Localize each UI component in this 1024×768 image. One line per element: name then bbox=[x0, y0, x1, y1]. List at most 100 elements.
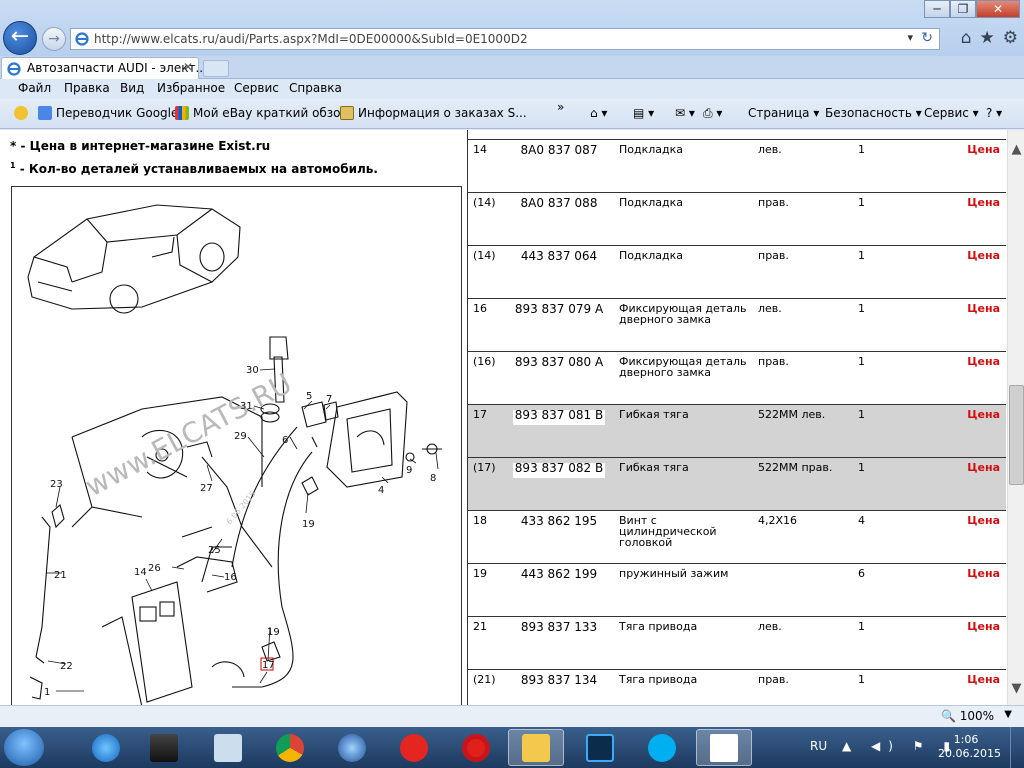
scroll-thumb[interactable] bbox=[1009, 385, 1024, 485]
fav-orders[interactable]: Информация о заказах S... bbox=[340, 106, 527, 120]
menu-edit[interactable]: Правка bbox=[64, 81, 110, 95]
table-row[interactable]: (16) 893 837 080 A Фиксирующая деталь двер… bbox=[468, 352, 1006, 405]
part-price-link[interactable]: Цена bbox=[967, 515, 1000, 526]
callout-8[interactable]: 8 bbox=[430, 473, 436, 484]
vertical-scrollbar[interactable]: ▲ ▼ bbox=[1007, 130, 1024, 705]
address-bar[interactable]: http://www.elcats.ru/audi/Parts.aspx?MdI… bbox=[70, 28, 940, 50]
table-row[interactable]: (14) 443 837 064 Подкладка прав. 1 Цена bbox=[468, 246, 1006, 299]
home-cmd-icon[interactable]: ⌂ ▾ bbox=[590, 106, 607, 120]
address-dropdown-icon[interactable]: ▾ bbox=[907, 31, 913, 44]
zoom-dropdown-icon[interactable]: ▼ bbox=[1004, 709, 1012, 720]
start-button[interactable] bbox=[4, 729, 44, 766]
feeds-icon[interactable]: ▤ ▾ bbox=[633, 106, 654, 120]
callout-1[interactable]: 1 bbox=[44, 687, 50, 698]
favorites-more-icon[interactable]: » bbox=[557, 100, 564, 114]
tray-clock[interactable]: 1:06 20.06.2015 bbox=[938, 733, 1001, 761]
callout-21[interactable]: 21 bbox=[54, 570, 67, 581]
menu-view[interactable]: Вид bbox=[120, 81, 144, 95]
table-row[interactable]: 18 433 862 195 Винт с цилиндрической голов… bbox=[468, 511, 1006, 564]
part-price-link[interactable]: Цена bbox=[967, 568, 1000, 579]
tab-close-icon[interactable]: ✕ bbox=[183, 60, 193, 74]
back-button[interactable]: ← bbox=[3, 21, 37, 55]
mail-icon[interactable]: ✉ ▾ bbox=[675, 106, 695, 120]
part-catalog-number[interactable]: 443 862 199 bbox=[513, 568, 605, 584]
taskbar-active-window[interactable] bbox=[696, 729, 752, 766]
menu-tools[interactable]: Сервис bbox=[234, 81, 279, 95]
part-catalog-number[interactable]: 8A0 837 087 bbox=[513, 144, 605, 160]
forward-button[interactable]: → bbox=[42, 27, 66, 51]
part-price-link[interactable]: Цена bbox=[967, 144, 1000, 155]
part-catalog-number[interactable]: 893 837 080 A bbox=[513, 356, 605, 372]
part-price-link[interactable]: Цена bbox=[967, 303, 1000, 314]
part-price-link[interactable]: Цена bbox=[967, 621, 1000, 632]
table-row[interactable]: (14) 8A0 837 088 Подкладка прав. 1 Цена bbox=[468, 193, 1006, 246]
address-url[interactable]: http://www.elcats.ru/audi/Parts.aspx?MdI… bbox=[94, 32, 528, 46]
taskbar-opera[interactable] bbox=[448, 729, 504, 766]
part-catalog-number[interactable]: 8A0 837 088 bbox=[513, 197, 605, 213]
new-tab-button[interactable] bbox=[203, 60, 229, 77]
zoom-level[interactable]: 🔍 100% bbox=[941, 709, 994, 723]
part-catalog-number[interactable]: 893 837 079 A bbox=[513, 303, 605, 319]
table-row[interactable]: (21) 893 837 134 Тяга привода прав. 1 Цена bbox=[468, 670, 1006, 705]
menu-help[interactable]: Справка bbox=[289, 81, 342, 95]
callout-30[interactable]: 30 bbox=[246, 365, 259, 376]
callout-31[interactable]: 31 bbox=[240, 401, 253, 412]
scroll-down-icon[interactable]: ▼ bbox=[1009, 681, 1024, 697]
favorites-star-icon[interactable]: ★ bbox=[980, 28, 995, 48]
tools-gear-icon[interactable]: ⚙ bbox=[1003, 28, 1018, 48]
callout-5[interactable]: 5 bbox=[306, 391, 312, 402]
scroll-up-icon[interactable]: ▲ bbox=[1009, 142, 1024, 158]
fav-google-translate[interactable]: Переводчик Google bbox=[38, 106, 178, 120]
tab-active[interactable]: Автозапчасти AUDI - элект... ✕ bbox=[1, 57, 207, 79]
restore-button[interactable]: ❐ bbox=[950, 0, 976, 18]
safety-menu[interactable]: Безопасность ▾ bbox=[825, 106, 922, 120]
callout-27[interactable]: 27 bbox=[200, 483, 213, 494]
callout-7[interactable]: 7 bbox=[326, 394, 332, 405]
part-price-link[interactable]: Цена bbox=[967, 197, 1000, 208]
taskbar-photoshop[interactable] bbox=[572, 729, 628, 766]
callout-9[interactable]: 9 bbox=[406, 465, 412, 476]
callout-14[interactable]: 14 bbox=[134, 567, 147, 578]
table-row[interactable]: (17) 893 837 082 B Гибкая тяга 522MM прав. 1… bbox=[468, 458, 1006, 511]
callout-29[interactable]: 29 bbox=[234, 431, 247, 442]
help-icon[interactable]: ? ▾ bbox=[986, 106, 1002, 120]
taskbar-calculator[interactable] bbox=[200, 729, 256, 766]
taskbar-yandex[interactable] bbox=[386, 729, 442, 766]
taskbar-ie[interactable] bbox=[78, 729, 134, 766]
callout-6[interactable]: 6 bbox=[282, 435, 288, 446]
menu-favorites[interactable]: Избранное bbox=[157, 81, 225, 95]
part-catalog-number[interactable]: 893 837 081 B bbox=[513, 409, 605, 425]
page-menu[interactable]: Страница ▾ bbox=[748, 106, 819, 120]
callout-25[interactable]: 25 bbox=[208, 545, 221, 556]
table-row[interactable]: 16 893 837 079 A Фиксирующая деталь дверно… bbox=[468, 299, 1006, 352]
callout-17[interactable]: 17 bbox=[262, 660, 275, 671]
callout-23[interactable]: 23 bbox=[50, 479, 63, 490]
favorites-add-icon[interactable] bbox=[14, 106, 28, 120]
part-price-link[interactable]: Цена bbox=[967, 462, 1000, 473]
part-price-link[interactable]: Цена bbox=[967, 250, 1000, 261]
callout-4[interactable]: 4 bbox=[378, 485, 384, 496]
callout-19b[interactable]: 19 bbox=[267, 627, 280, 638]
taskbar-app[interactable] bbox=[136, 729, 192, 766]
service-menu[interactable]: Сервис ▾ bbox=[924, 106, 979, 120]
table-row[interactable]: 19 443 862 199 пружинный зажим 6 Цена bbox=[468, 564, 1006, 617]
print-icon[interactable]: ⎙ ▾ bbox=[703, 106, 722, 121]
part-catalog-number[interactable]: 433 862 195 bbox=[513, 515, 605, 531]
minimize-button[interactable]: ─ bbox=[924, 0, 950, 18]
part-catalog-number[interactable]: 893 837 082 B bbox=[513, 462, 605, 478]
part-price-link[interactable]: Цена bbox=[967, 674, 1000, 685]
taskbar-explorer[interactable] bbox=[508, 729, 564, 766]
table-row[interactable]: 21 893 837 133 Тяга привода лев. 1 Цена bbox=[468, 617, 1006, 670]
table-row[interactable]: 17 893 837 081 B Гибкая тяга 522MM лев. 1 Цен… bbox=[468, 405, 1006, 458]
callout-26[interactable]: 26 bbox=[148, 563, 161, 574]
part-catalog-number[interactable]: 893 837 133 bbox=[513, 621, 605, 637]
taskbar-skype[interactable] bbox=[634, 729, 690, 766]
callout-22[interactable]: 22 bbox=[60, 661, 73, 672]
part-price-link[interactable]: Цена bbox=[967, 409, 1000, 420]
callout-19[interactable]: 19 bbox=[302, 519, 315, 530]
home-icon[interactable]: ⌂ bbox=[961, 28, 972, 48]
part-catalog-number[interactable]: 443 837 064 bbox=[513, 250, 605, 266]
part-price-link[interactable]: Цена bbox=[967, 356, 1000, 367]
show-desktop-button[interactable] bbox=[1010, 727, 1024, 768]
menu-file[interactable]: Файл bbox=[18, 81, 51, 95]
